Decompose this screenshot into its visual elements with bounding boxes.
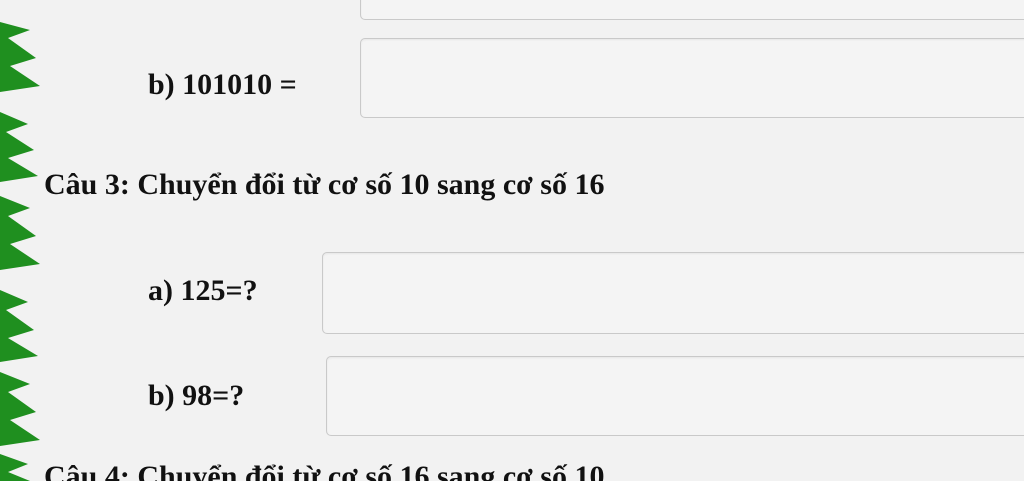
- question3-title: Câu 3: Chuyển đổi từ cơ số 10 sang cơ số…: [44, 168, 605, 201]
- question4-title: Câu 4: Chuyển đổi từ cơ số 16 sang cơ số…: [44, 460, 605, 481]
- pine-tree-icon: [0, 22, 40, 481]
- quiz-page: b) 101010 = Câu 3: Chuyển đổi từ cơ số 1…: [0, 0, 1024, 481]
- prev-answer-box-a[interactable]: [360, 0, 1024, 20]
- question3-a-answer-input[interactable]: [322, 252, 1024, 334]
- question2-b-label: b) 101010 =: [148, 68, 297, 101]
- question3-b-label: b) 98=?: [148, 379, 245, 412]
- question2-b-answer-input[interactable]: [360, 38, 1024, 118]
- question3-b-answer-input[interactable]: [326, 356, 1024, 436]
- pine-tree-border: [0, 22, 40, 481]
- question3-a-label: a) 125=?: [148, 274, 258, 307]
